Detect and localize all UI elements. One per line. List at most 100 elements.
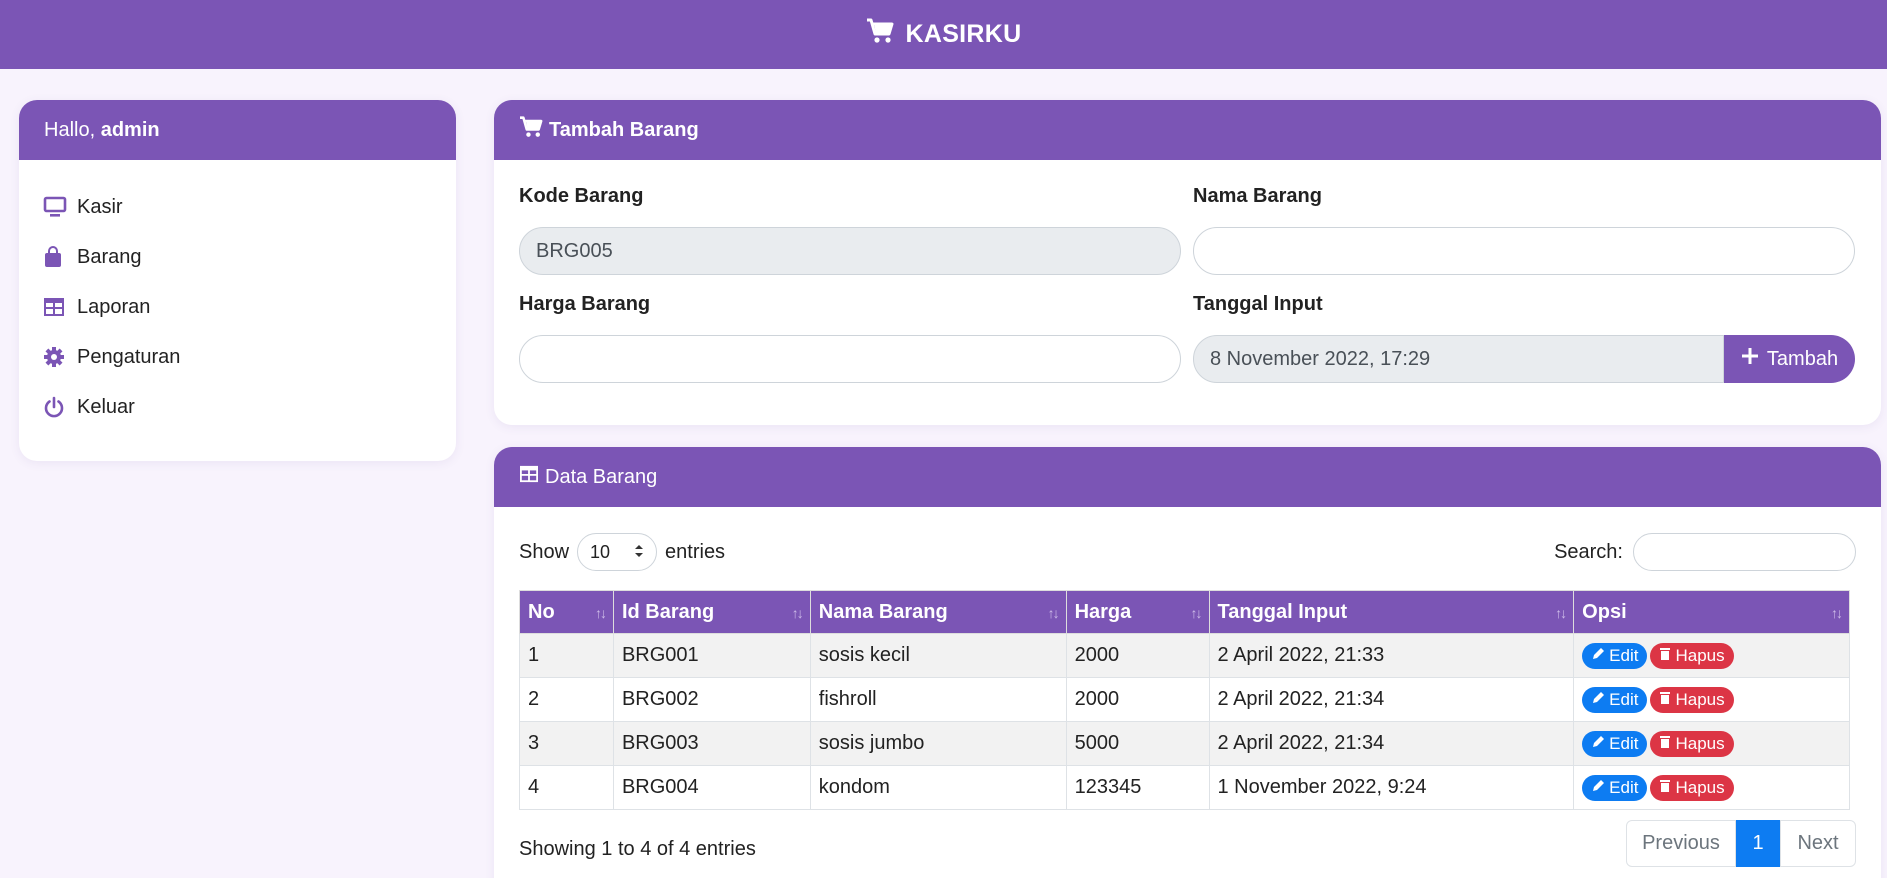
table-icon	[43, 297, 77, 317]
hapus-button[interactable]: Hapus	[1650, 730, 1734, 757]
power-icon	[43, 396, 77, 418]
nama-group: Nama Barang	[1193, 185, 1855, 275]
cell-tanggal: 2 April 2022, 21:34	[1208, 677, 1575, 722]
hapus-button[interactable]: Hapus	[1650, 686, 1734, 713]
entries-label: entries	[665, 540, 726, 563]
sidebar-item-laporan[interactable]: Laporan	[43, 282, 456, 332]
cell-no: 1	[519, 633, 614, 678]
sidebar-item-label: Barang	[77, 245, 142, 268]
monitor-icon	[43, 196, 77, 218]
add-item-title: Tambah Barang	[549, 118, 699, 141]
hapus-button[interactable]: Hapus	[1650, 774, 1734, 801]
trash-icon	[1659, 778, 1671, 798]
items-table: No ↑↓ Id Barang ↑↓ Nama Barang ↑↓ Harga ↑↓ T…	[519, 590, 1850, 810]
sidebar-item-keluar[interactable]: Keluar	[43, 382, 456, 432]
table-info: Showing 1 to 4 of 4 entries	[519, 838, 756, 860]
table-controls: Show 10 entries Search:	[494, 507, 1881, 597]
sidebar-item-label: Pengaturan	[77, 345, 181, 368]
kode-field: BRG005	[519, 227, 1181, 275]
sort-icon: ↑↓	[791, 605, 804, 621]
data-title: Data Barang	[545, 465, 658, 488]
cell-id: BRG004	[612, 765, 811, 810]
sort-icon: ↑↓	[1831, 605, 1843, 621]
cell-no: 4	[519, 765, 614, 810]
trash-icon	[1659, 734, 1671, 754]
nama-label: Nama Barang	[1193, 185, 1322, 207]
col-no[interactable]: No ↑↓	[519, 590, 614, 634]
tanggal-label: Tanggal Input	[1193, 293, 1323, 315]
cell-harga: 5000	[1065, 721, 1210, 766]
col-harga[interactable]: Harga ↑↓	[1065, 590, 1210, 634]
col-nama[interactable]: Nama Barang ↑↓	[809, 590, 1067, 634]
table-row: 3 BRG003 sosis jumbo 5000 2 April 2022, …	[519, 721, 1850, 766]
trash-icon	[1659, 646, 1671, 666]
cell-opsi: Edit Hapus	[1573, 765, 1850, 810]
cell-harga: 2000	[1065, 633, 1210, 678]
cell-nama: fishroll	[809, 677, 1067, 722]
cell-opsi: Edit Hapus	[1573, 633, 1850, 678]
harga-label: Harga Barang	[519, 293, 651, 315]
table-icon	[519, 465, 545, 489]
search-input[interactable]	[1633, 533, 1856, 571]
sidebar-item-label: Kasir	[77, 195, 123, 218]
edit-button[interactable]: Edit	[1582, 774, 1648, 801]
cell-tanggal: 2 April 2022, 21:33	[1208, 633, 1575, 678]
show-entries: Show 10 entries	[519, 533, 725, 571]
sort-icon: ↑↓	[1190, 605, 1203, 621]
data-header: Data Barang	[494, 447, 1881, 507]
col-tanggal[interactable]: Tanggal Input ↑↓	[1208, 590, 1575, 634]
search-label: Search:	[1554, 540, 1623, 563]
pencil-icon	[1591, 646, 1605, 666]
cell-harga: 123345	[1065, 765, 1210, 810]
kode-group: Kode Barang BRG005	[519, 185, 1181, 275]
tambah-label: Tambah	[1766, 347, 1839, 370]
pencil-icon	[1591, 778, 1605, 798]
sidebar-item-barang[interactable]: Barang	[43, 232, 456, 282]
sidebar-item-kasir[interactable]: Kasir	[43, 182, 456, 232]
table-row: 1 BRG001 sosis kecil 2000 2 April 2022, …	[519, 633, 1850, 678]
sidebar-menu: Kasir Barang Laporan Pengaturan Keluar	[19, 160, 456, 432]
cart-icon	[519, 116, 549, 144]
data-card: Data Barang Show 10 entries Search: No ↑↓…	[494, 447, 1881, 878]
add-item-header: Tambah Barang	[494, 100, 1881, 160]
edit-button[interactable]: Edit	[1582, 686, 1648, 713]
entries-select[interactable]: 10	[577, 533, 658, 571]
nama-field[interactable]	[1193, 227, 1855, 275]
username: admin	[100, 118, 160, 141]
sidebar: Hallo, admin Kasir Barang Laporan Pengat…	[19, 100, 456, 461]
greeting-text: Hallo,	[44, 118, 96, 141]
gear-icon	[43, 346, 77, 368]
cell-no: 2	[519, 677, 614, 722]
hapus-button[interactable]: Hapus	[1650, 642, 1734, 669]
sort-icon: ↑↓	[1047, 605, 1060, 621]
tanggal-field: 8 November 2022, 17:29	[1193, 335, 1724, 383]
col-id[interactable]: Id Barang ↑↓	[612, 590, 811, 634]
sort-icon: ↑↓	[594, 605, 607, 621]
kode-label: Kode Barang	[519, 185, 644, 207]
harga-field[interactable]	[519, 335, 1181, 383]
add-item-card: Tambah Barang Kode Barang BRG005 Nama Ba…	[494, 100, 1881, 425]
next-button[interactable]: Next	[1780, 820, 1856, 867]
edit-button[interactable]: Edit	[1582, 730, 1648, 757]
cell-id: BRG003	[612, 721, 811, 766]
cell-nama: sosis jumbo	[809, 721, 1067, 766]
edit-button[interactable]: Edit	[1582, 642, 1648, 669]
sidebar-item-pengaturan[interactable]: Pengaturan	[43, 332, 456, 382]
table-header-row: No ↑↓ Id Barang ↑↓ Nama Barang ↑↓ Harga ↑↓ T…	[519, 590, 1850, 634]
cart-icon	[866, 18, 906, 51]
page-1-button[interactable]: 1	[1736, 820, 1780, 867]
shopping-bag-icon	[43, 246, 77, 268]
tambah-button[interactable]: Tambah	[1724, 335, 1855, 383]
cell-tanggal: 1 November 2022, 9:24	[1208, 765, 1575, 810]
add-item-form: Kode Barang BRG005 Nama Barang Harga Bar…	[494, 160, 1881, 425]
table-row: 2 BRG002 fishroll 2000 2 April 2022, 21:…	[519, 677, 1850, 722]
entries-value: 10	[590, 541, 611, 562]
cell-id: BRG001	[612, 633, 811, 678]
cell-nama: sosis kecil	[809, 633, 1067, 678]
tanggal-input-group: 8 November 2022, 17:29 Tambah	[1193, 335, 1855, 383]
previous-button[interactable]: Previous	[1626, 820, 1736, 867]
cell-opsi: Edit Hapus	[1573, 677, 1850, 722]
pagination: Previous 1 Next	[1626, 820, 1856, 867]
col-opsi[interactable]: Opsi ↑↓	[1573, 590, 1850, 634]
updown-icon	[634, 542, 644, 563]
